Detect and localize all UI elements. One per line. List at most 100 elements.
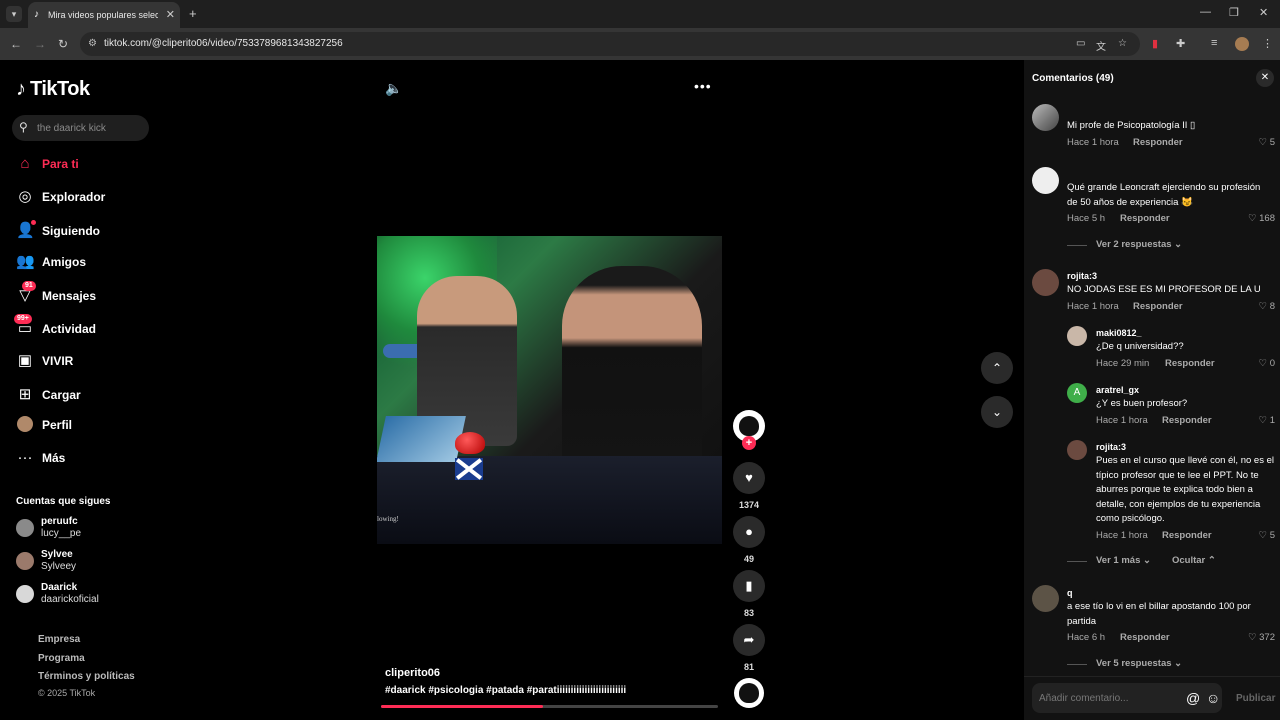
avatar[interactable] bbox=[1032, 585, 1059, 612]
tiktok-logo[interactable]: ♪ TikTok bbox=[16, 78, 90, 101]
search-box[interactable]: ⚲ bbox=[12, 115, 149, 141]
following-account[interactable]: peruufc lucy__pe bbox=[16, 514, 81, 542]
comment-author[interactable]: rojita:3 bbox=[1096, 442, 1126, 452]
reply-button[interactable]: Responder bbox=[1162, 530, 1212, 541]
install-icon[interactable]: ▭ bbox=[1076, 38, 1085, 49]
avatar[interactable] bbox=[1067, 326, 1087, 346]
following-account[interactable]: Daarick daarickoficial bbox=[16, 580, 99, 608]
footer-link-empresa[interactable]: Empresa bbox=[38, 634, 80, 645]
video-author[interactable]: cliperito06 bbox=[385, 667, 440, 679]
nav-label: Siguiendo bbox=[42, 224, 100, 238]
hide-replies-button[interactable]: Ocultar ⌃ bbox=[1172, 555, 1216, 566]
follow-plus-icon[interactable]: + bbox=[742, 436, 756, 450]
reply-button[interactable]: Responder bbox=[1133, 137, 1183, 148]
comment-author[interactable]: q bbox=[1067, 588, 1073, 598]
nav-cargar[interactable]: ⊞ Cargar bbox=[16, 384, 156, 406]
close-comments-button[interactable]: ✕ bbox=[1256, 69, 1274, 87]
site-info-icon[interactable]: ⚙ bbox=[88, 38, 97, 49]
reply-button[interactable]: Responder bbox=[1120, 632, 1170, 643]
following-account[interactable]: Sylvee Sylveey bbox=[16, 547, 76, 575]
nav-perfil[interactable]: Perfil bbox=[16, 414, 156, 436]
volume-icon[interactable]: 🔈 bbox=[385, 80, 402, 97]
tiktok-note-icon: ♪ bbox=[16, 78, 26, 100]
avatar bbox=[16, 585, 34, 603]
restore-icon[interactable]: ❐ bbox=[1229, 6, 1239, 19]
nav-vivir[interactable]: ▣ VIVIR bbox=[16, 350, 156, 372]
nav-mensajes[interactable]: ▽ 91 Mensajes bbox=[16, 281, 156, 307]
view-more-replies-button[interactable]: Ver 1 más ⌄ bbox=[1096, 555, 1151, 566]
forward-icon[interactable]: → bbox=[34, 37, 46, 51]
reply-button[interactable]: Responder bbox=[1165, 358, 1215, 369]
comment-author[interactable]: rojita:3 bbox=[1067, 271, 1097, 281]
nav-mas[interactable]: ··· Más bbox=[16, 447, 156, 469]
comment-like-button[interactable]: ♡ 168 bbox=[1235, 213, 1275, 224]
profile-avatar[interactable] bbox=[1235, 37, 1249, 51]
comment-author[interactable]: aratrel_gx bbox=[1096, 385, 1139, 395]
bookmark-icon: ▮ bbox=[745, 578, 753, 593]
new-tab-icon[interactable]: + bbox=[189, 6, 197, 21]
like-button[interactable]: ♥ bbox=[733, 462, 765, 494]
footer-link-terminos[interactable]: Términos y políticas bbox=[38, 671, 135, 682]
video-progress-bar[interactable] bbox=[381, 705, 718, 708]
comment-text: ¿Y es buen profesor? bbox=[1096, 398, 1188, 409]
comment-like-button[interactable]: ♡ 372 bbox=[1235, 632, 1275, 643]
back-icon[interactable]: ← bbox=[10, 37, 22, 51]
mention-at-icon[interactable]: @ bbox=[1186, 690, 1200, 706]
comment-like-button[interactable]: ♡ 1 bbox=[1235, 415, 1275, 426]
extension-icon[interactable]: ▮ bbox=[1152, 37, 1158, 50]
comment-time: Hace 5 h bbox=[1067, 213, 1106, 224]
next-video-button[interactable]: ⌄ bbox=[981, 396, 1013, 428]
sound-disc[interactable] bbox=[734, 678, 764, 708]
extensions-puzzle-icon[interactable]: ✚ bbox=[1176, 37, 1185, 50]
window-close-icon[interactable]: ✕ bbox=[1259, 6, 1268, 19]
video-book bbox=[377, 416, 466, 462]
video-player[interactable]: lowing! bbox=[377, 236, 722, 544]
comments-panel: Comentarios (49) ✕ Mi profe de Psicopato… bbox=[1024, 60, 1280, 720]
reply-button[interactable]: Responder bbox=[1133, 301, 1183, 312]
video-hashtags[interactable]: #daarick #psicologia #patada #paratiiiii… bbox=[385, 685, 626, 696]
comment-like-button[interactable]: ♡ 5 bbox=[1235, 530, 1275, 541]
browser-tab[interactable]: ♪ Mira videos populares seleccionados ✕ bbox=[28, 2, 180, 28]
nav-actividad[interactable]: ▭ 99+ Actividad bbox=[14, 314, 156, 340]
bookmark-star-icon[interactable]: ☆ bbox=[1118, 38, 1127, 49]
comment-time: Hace 6 h bbox=[1067, 632, 1106, 643]
minimize-icon[interactable]: — bbox=[1200, 6, 1211, 18]
tab-close-icon[interactable]: ✕ bbox=[166, 8, 175, 21]
tab-search-icon[interactable]: ▾ bbox=[6, 6, 22, 22]
reload-icon[interactable]: ↻ bbox=[58, 37, 68, 51]
nav-siguiendo[interactable]: 👤 Siguiendo bbox=[16, 220, 156, 242]
view-replies-button[interactable]: Ver 2 respuestas ⌄ bbox=[1096, 239, 1182, 250]
publish-button[interactable]: Publicar bbox=[1236, 693, 1275, 704]
reply-button[interactable]: Responder bbox=[1162, 415, 1212, 426]
avatar[interactable]: A bbox=[1067, 383, 1087, 403]
media-controls-icon[interactable]: ≡ bbox=[1211, 37, 1217, 49]
previous-video-button[interactable]: ⌃ bbox=[981, 352, 1013, 384]
save-button[interactable]: ▮ bbox=[733, 570, 765, 602]
comment-button[interactable]: ● bbox=[733, 516, 765, 548]
nav-explorador[interactable]: ◎ Explorador bbox=[16, 186, 156, 208]
comment-author[interactable]: maki0812_ bbox=[1096, 328, 1142, 338]
video-more-icon[interactable]: ••• bbox=[694, 78, 712, 94]
address-bar[interactable]: ⚙ tiktok.com/@cliperito06/video/75337896… bbox=[80, 32, 1140, 56]
avatar[interactable] bbox=[1032, 167, 1059, 194]
browser-menu-icon[interactable]: ⋮ bbox=[1262, 37, 1273, 50]
comment-time: Hace 1 hora bbox=[1096, 415, 1148, 426]
emoji-icon[interactable]: ☺ bbox=[1206, 690, 1220, 706]
comment-like-button[interactable]: ♡ 8 bbox=[1235, 301, 1275, 312]
translate-icon[interactable]: 文 bbox=[1096, 38, 1106, 53]
comment-like-button[interactable]: ♡ 5 bbox=[1235, 137, 1275, 148]
share-count: 81 bbox=[743, 662, 754, 672]
nav-para-ti[interactable]: ⌂ Para ti bbox=[16, 153, 156, 175]
nav-amigos[interactable]: 👥 Amigos bbox=[16, 251, 156, 273]
avatar[interactable] bbox=[1067, 440, 1087, 460]
reply-button[interactable]: Responder bbox=[1120, 213, 1170, 224]
avatar[interactable] bbox=[1032, 269, 1059, 296]
browser-toolbar: ← → ↻ ⚙ tiktok.com/@cliperito06/video/75… bbox=[0, 28, 1280, 60]
search-input[interactable] bbox=[37, 120, 142, 136]
view-replies-button[interactable]: Ver 5 respuestas ⌄ bbox=[1096, 658, 1182, 669]
comment-like-button[interactable]: ♡ 0 bbox=[1235, 358, 1275, 369]
account-name: peruufc bbox=[41, 516, 78, 527]
avatar[interactable] bbox=[1032, 104, 1059, 131]
footer-link-programa[interactable]: Programa bbox=[38, 653, 85, 664]
share-button[interactable]: ➦ bbox=[733, 624, 765, 656]
